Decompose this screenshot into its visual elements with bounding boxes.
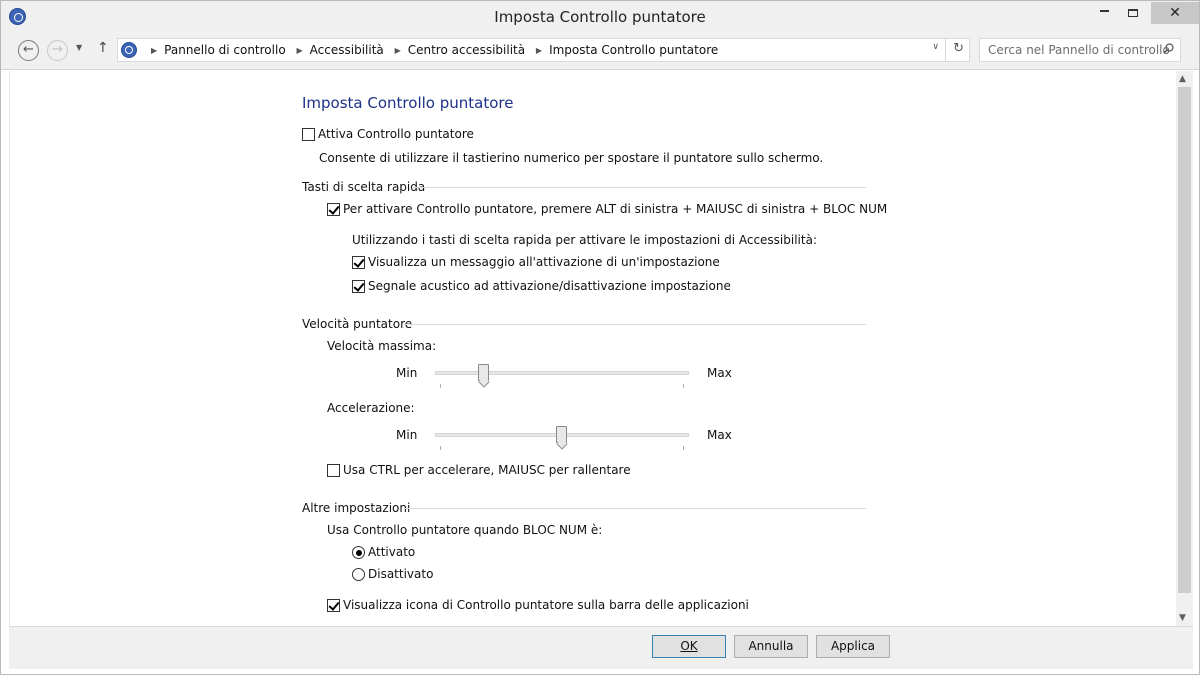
numlock-off-label[interactable]: Disattivato [368, 567, 433, 581]
section-divider [404, 508, 866, 509]
up-button[interactable]: ↑ [97, 40, 109, 56]
numlock-label: Usa Controllo puntatore quando BLOC NUM … [327, 523, 603, 537]
address-bar[interactable]: ▶ Pannello di controllo ▶ Accessibilità ▶ C… [117, 38, 970, 62]
minimize-button[interactable] [1089, 2, 1119, 24]
taskbar-icon-checkbox[interactable] [327, 599, 340, 612]
speed-heading: Velocità puntatore [302, 317, 413, 331]
close-button[interactable]: ✕ [1151, 2, 1199, 24]
maximize-button[interactable] [1118, 2, 1148, 24]
section-divider [414, 187, 866, 188]
slider-tick [683, 384, 684, 388]
enable-mouse-keys-label[interactable]: Attiva Controllo puntatore [318, 127, 474, 141]
scroll-up-icon[interactable]: ▲ [1179, 74, 1186, 84]
slider-tick [440, 384, 441, 388]
slider-tick [683, 446, 684, 450]
title-bar: Imposta Controllo puntatore ✕ [1, 1, 1199, 32]
back-button[interactable]: ← [18, 40, 39, 61]
numlock-on-radio[interactable] [352, 546, 365, 559]
enable-description: Consente di utilizzare il tastierino num… [319, 151, 824, 165]
breadcrumb-item[interactable]: Pannello di controllo [164, 43, 286, 57]
other-heading: Altre impostazioni [302, 501, 411, 515]
chevron-right-icon[interactable]: ▶ [297, 46, 303, 55]
hotkey-label[interactable]: Per attivare Controllo puntatore, premer… [343, 202, 887, 216]
ctrl-shift-label[interactable]: Usa CTRL per accelerare, MAIUSC per rall… [343, 463, 631, 477]
page-title: Imposta Controllo puntatore [302, 94, 514, 112]
top-speed-max-label: Max [707, 366, 732, 380]
chevron-right-icon[interactable]: ▶ [536, 46, 542, 55]
chevron-right-icon[interactable]: ▶ [151, 46, 157, 55]
search-icon[interactable] [1163, 43, 1174, 54]
section-divider [404, 324, 866, 325]
sound-checkbox[interactable] [352, 280, 365, 293]
refresh-icon: ↻ [953, 41, 964, 56]
back-arrow-icon: ← [23, 42, 34, 57]
up-arrow-icon: ↑ [97, 40, 109, 56]
breadcrumb-item[interactable]: Imposta Controllo puntatore [549, 43, 718, 57]
maximize-icon [1128, 8, 1138, 17]
acceleration-max-label: Max [707, 428, 732, 442]
close-icon: ✕ [1169, 5, 1181, 21]
address-divider [945, 39, 946, 61]
minimize-icon [1099, 9, 1109, 12]
button-bar [9, 626, 1193, 669]
shortcut-heading: Tasti di scelta rapida [302, 180, 426, 194]
top-speed-slider-thumb[interactable] [478, 364, 490, 381]
top-speed-slider-track[interactable] [435, 371, 689, 375]
slider-tick [440, 446, 441, 450]
vertical-scrollbar[interactable]: ▲ ▼ [1176, 71, 1193, 626]
scroll-thumb[interactable] [1178, 87, 1191, 593]
forward-arrow-icon: → [52, 42, 63, 57]
apply-button-label: Applica [830, 639, 876, 653]
breadcrumb: ▶ Pannello di controllo ▶ Accessibilità ▶ C… [144, 43, 718, 57]
acceleration-min-label: Min [396, 428, 418, 442]
navigation-bar: ← → ▼ ↑ ▶ Pannello di controllo ▶ Accessib… [1, 32, 1199, 70]
ok-button[interactable]: OK [652, 635, 726, 658]
chevron-down-icon: ∨ [932, 42, 939, 52]
hotkey-checkbox[interactable] [327, 203, 340, 216]
control-panel-icon [121, 42, 137, 58]
ctrl-shift-checkbox[interactable] [327, 464, 340, 477]
top-speed-label: Velocità massima: [327, 339, 437, 353]
warning-message-label[interactable]: Visualizza un messaggio all'attivazione … [368, 255, 720, 269]
address-history-dropdown[interactable]: ∨ [932, 42, 939, 52]
numlock-off-radio[interactable] [352, 568, 365, 581]
breadcrumb-item[interactable]: Centro accessibilità [408, 43, 525, 57]
acceleration-label: Accelerazione: [327, 401, 415, 415]
acceleration-slider-thumb[interactable] [556, 426, 567, 443]
forward-button[interactable]: → [47, 40, 68, 61]
apply-button[interactable]: Applica [816, 635, 890, 658]
cancel-button[interactable]: Annulla [734, 635, 808, 658]
warning-message-checkbox[interactable] [352, 256, 365, 269]
shortcut-intro: Utilizzando i tasti di scelta rapida per… [352, 233, 817, 247]
numlock-on-label[interactable]: Attivato [368, 545, 415, 559]
cancel-button-label: Annulla [748, 639, 794, 653]
recent-locations-dropdown[interactable]: ▼ [76, 43, 82, 52]
breadcrumb-item[interactable]: Accessibilità [310, 43, 384, 57]
chevron-down-icon: ▼ [76, 43, 83, 52]
top-speed-min-label: Min [396, 366, 418, 380]
chevron-right-icon[interactable]: ▶ [395, 46, 401, 55]
search-input[interactable]: Cerca nel Pannello di controllo [979, 38, 1181, 62]
ok-button-label: OK [680, 639, 698, 653]
scroll-down-icon[interactable]: ▼ [1179, 613, 1186, 623]
taskbar-icon-label[interactable]: Visualizza icona di Controllo puntatore … [343, 598, 749, 612]
search-placeholder: Cerca nel Pannello di controllo [988, 43, 1170, 57]
window-title: Imposta Controllo puntatore [494, 8, 706, 26]
window: Imposta Controllo puntatore ✕ ← → ▼ ↑ ▶ P… [0, 0, 1200, 675]
enable-mouse-keys-checkbox[interactable] [302, 128, 315, 141]
refresh-button[interactable]: ↻ [953, 41, 964, 56]
sound-label[interactable]: Segnale acustico ad attivazione/disattiv… [368, 279, 731, 293]
